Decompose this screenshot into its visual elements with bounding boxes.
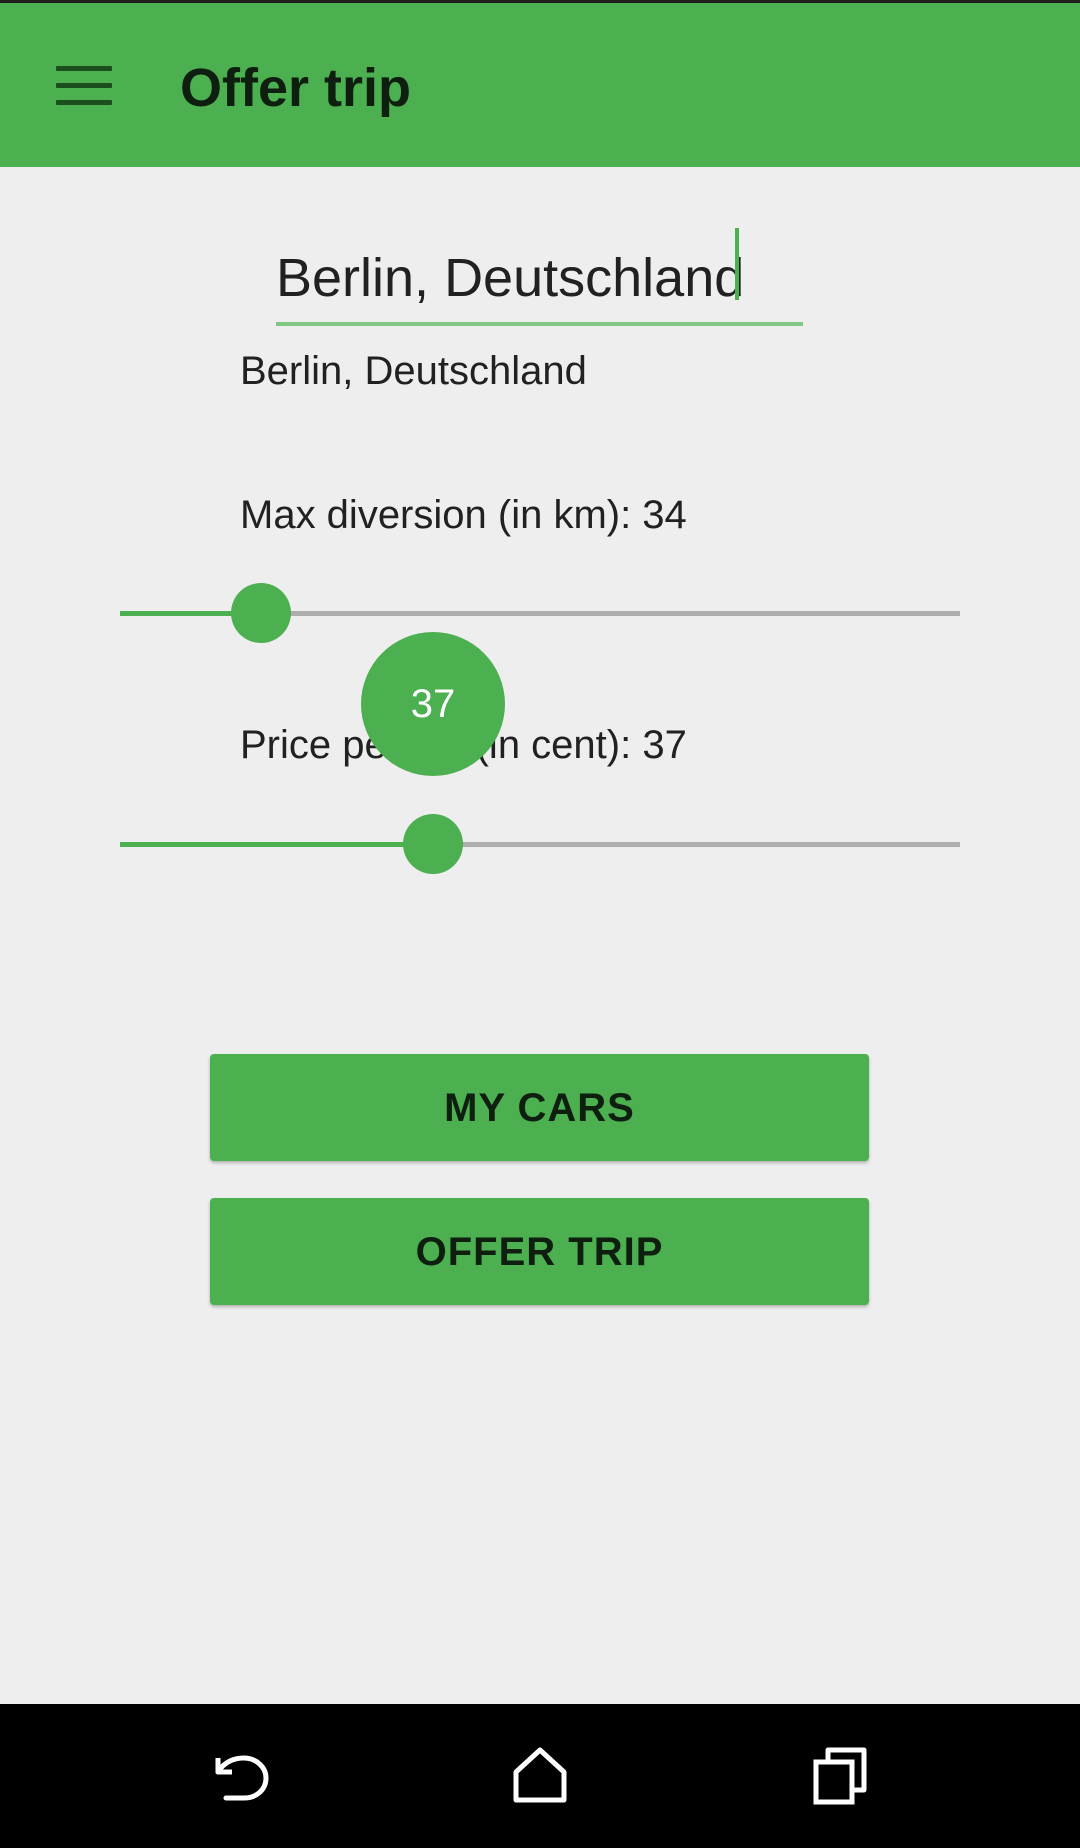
hamburger-menu-icon[interactable] [48, 58, 120, 118]
origin-suggestion[interactable]: Berlin, Deutschland [240, 346, 587, 396]
origin-input-underline [276, 322, 803, 326]
price-per-km-slider-thumb[interactable] [403, 814, 463, 874]
page-title: Offer trip [180, 58, 412, 118]
app-toolbar: Offer trip [0, 3, 1080, 167]
price-per-km-slider-fill [120, 842, 433, 847]
my-cars-button[interactable]: MY CARS [210, 1054, 869, 1161]
max-diversion-label: Max diversion (in km): 34 [240, 493, 687, 537]
offer-trip-button[interactable]: OFFER TRIP [210, 1198, 869, 1305]
back-icon[interactable] [200, 1736, 280, 1816]
home-icon[interactable] [500, 1736, 580, 1816]
recents-icon[interactable] [800, 1736, 880, 1816]
text-cursor [735, 228, 739, 300]
price-value-bubble: 37 [361, 632, 505, 776]
price-per-km-slider[interactable] [120, 842, 960, 847]
max-diversion-slider-thumb[interactable] [231, 583, 291, 643]
system-navigation-bar [0, 1704, 1080, 1848]
origin-input[interactable] [276, 228, 802, 328]
